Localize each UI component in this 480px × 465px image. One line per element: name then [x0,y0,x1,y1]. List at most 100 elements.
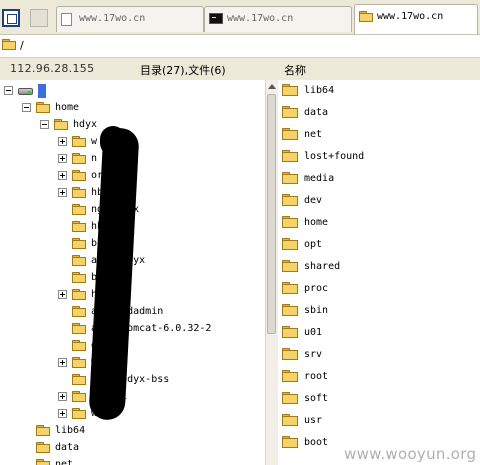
tab-terminal[interactable]: www.17wo.cn [204,6,352,32]
scroll-up-icon[interactable] [268,84,276,89]
tree-item[interactable]: ap e-tomcat-6.0.32-2 [58,320,211,337]
list-item-label: media [304,173,335,184]
list-item[interactable]: lib64 [282,80,334,102]
list-item[interactable]: soft [282,388,328,410]
folder-icon [72,136,86,147]
folder-icon [72,289,86,300]
scroll-thumb[interactable] [267,94,276,334]
folder-icon [36,442,50,453]
tree-item[interactable]: hdyx [40,116,97,133]
folder-icon [282,436,298,448]
collapse-icon[interactable] [40,120,49,129]
directory-summary: 目录(27),文件(6) [140,64,226,77]
list-item[interactable]: proc [282,278,328,300]
list-item[interactable]: media [282,168,334,190]
folder-icon [72,340,86,351]
list-item[interactable]: shared [282,256,340,278]
list-item[interactable]: dev [282,190,322,212]
folder-icon [72,272,86,283]
list-item-label: home [304,217,329,228]
tree-item[interactable]: home [22,99,79,116]
redaction-mark [100,126,126,156]
tab-file-manager[interactable]: www.17wo.cn [354,4,478,34]
list-item-label: lib64 [304,85,335,96]
expand-icon[interactable] [58,154,67,163]
list-item[interactable]: home [282,212,328,234]
tree-item[interactable]: net [22,456,73,465]
folder-icon [72,221,86,232]
tree-item-label: hdyx [73,119,98,130]
folder-icon [2,39,16,50]
list-item[interactable]: root [282,366,328,388]
tab-label: www.17wo.cn [227,13,294,24]
folder-icon [282,282,298,294]
folder-icon [282,348,298,360]
folder-icon [36,102,50,113]
list-item-label: opt [304,239,323,250]
folder-icon [282,238,298,250]
folder-icon [282,392,298,404]
expand-icon[interactable] [58,290,67,299]
list-item-label: proc [304,283,329,294]
list-item[interactable]: sbin [282,300,328,322]
file-list: lib64 data net lost+found media dev home opt sha… [278,80,480,465]
list-item[interactable]: boot [282,432,328,454]
name-column-header[interactable]: 名称 [284,62,306,78]
tree-root-drive[interactable] [4,82,46,99]
expand-icon[interactable] [58,392,67,401]
collapse-icon[interactable] [4,86,13,95]
list-item-label: data [304,107,329,118]
folder-icon [36,425,50,436]
folder-icon [72,374,86,385]
list-item[interactable]: lost+found [282,146,364,168]
list-item[interactable]: srv [282,344,322,366]
folder-icon [72,391,86,402]
folder-icon [359,11,373,22]
folder-icon [72,323,86,334]
folder-icon [72,255,86,266]
tree-item[interactable]: data [22,439,79,456]
folder-icon [72,204,86,215]
window-layout-icon[interactable] [2,9,20,27]
expand-icon[interactable] [58,188,67,197]
folder-icon [72,238,86,249]
list-item-label: net [304,129,323,140]
collapse-icon[interactable] [22,103,31,112]
list-item[interactable]: usr [282,410,322,432]
list-item[interactable]: data [282,102,328,124]
folder-icon [54,119,68,130]
tree-item[interactable]: lib64 [22,422,85,439]
folder-icon [282,414,298,426]
folder-icon [282,172,298,184]
tree-item[interactable]: w [58,133,97,150]
folder-icon [282,326,298,338]
folder-icon [36,459,50,465]
list-item-label: dev [304,195,323,206]
path-bar[interactable]: / [0,35,480,58]
tree-item-label: home [55,102,80,113]
tree-item-label: data [55,442,80,453]
tree-item-label: w [91,136,98,147]
list-item[interactable]: u01 [282,322,322,344]
list-item[interactable]: net [282,124,322,146]
list-item[interactable]: opt [282,234,322,256]
expand-icon[interactable] [58,409,67,418]
tab-label: www.17wo.cn [377,11,444,22]
folder-icon [282,216,298,228]
document-icon [61,13,72,26]
list-item-label: soft [304,393,329,404]
list-item-label: sbin [304,305,329,316]
drive-icon [18,85,34,97]
path-input[interactable]: / [20,39,24,52]
folder-icon [72,408,86,419]
expand-icon[interactable] [58,171,67,180]
folder-icon [282,194,298,206]
list-item-label: lost+found [304,151,365,162]
tab-browser[interactable]: www.17wo.cn [56,6,204,32]
new-tab-icon[interactable] [30,9,48,27]
expand-icon[interactable] [58,358,67,367]
tab-bar: www.17wo.cn www.17wo.cn www.17wo.cn [0,0,480,35]
expand-icon[interactable] [58,137,67,146]
tree-item-label: lib64 [55,425,86,436]
tree-scrollbar[interactable] [265,80,278,465]
